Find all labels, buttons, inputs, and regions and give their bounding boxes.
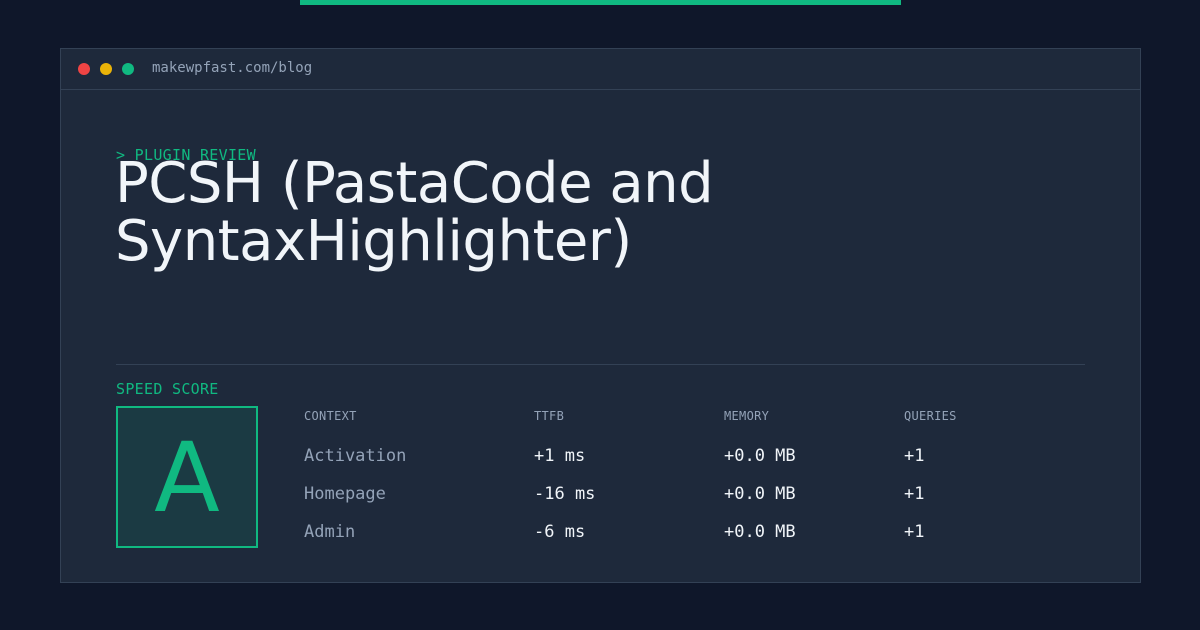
section-divider xyxy=(116,364,1085,365)
window-url: makewpfast.com/blog xyxy=(152,60,313,76)
speed-score-grade: A xyxy=(154,422,220,534)
row-ttfb-cell: -16 ms xyxy=(534,484,596,504)
close-dot-icon[interactable] xyxy=(78,63,90,75)
column-header-memory: MEMORY xyxy=(724,409,770,423)
speed-score-badge: A xyxy=(116,406,258,548)
speed-score-label: SPEED SCORE xyxy=(116,380,219,398)
browser-window: makewpfast.com/blog > PLUGIN REVIEW PCSH… xyxy=(60,48,1141,583)
row-queries-cell: +1 xyxy=(904,446,925,466)
column-header-context: CONTEXT xyxy=(304,409,357,423)
row-context-cell: Homepage xyxy=(304,484,386,504)
row-context-cell: Activation xyxy=(304,446,407,466)
row-ttfb-cell: -6 ms xyxy=(534,522,586,542)
row-ttfb-cell: +1 ms xyxy=(534,446,586,466)
minimize-dot-icon[interactable] xyxy=(100,63,112,75)
row-memory-cell: +0.0 MB xyxy=(724,484,796,504)
window-titlebar: makewpfast.com/blog xyxy=(61,49,1140,90)
column-header-ttfb: TTFB xyxy=(534,409,565,423)
row-context-cell: Admin xyxy=(304,522,356,542)
maximize-dot-icon[interactable] xyxy=(122,63,134,75)
row-queries-cell: +1 xyxy=(904,484,925,504)
row-memory-cell: +0.0 MB xyxy=(724,446,796,466)
row-queries-cell: +1 xyxy=(904,522,925,542)
column-header-queries: QUERIES xyxy=(904,409,957,423)
row-memory-cell: +0.0 MB xyxy=(724,522,796,542)
top-accent-bar xyxy=(300,0,901,5)
article-title: PCSH (PastaCode and SyntaxHighlighter) xyxy=(115,151,714,274)
metrics-table: CONTEXT TTFB MEMORY QUERIES Activation +… xyxy=(304,406,1084,556)
